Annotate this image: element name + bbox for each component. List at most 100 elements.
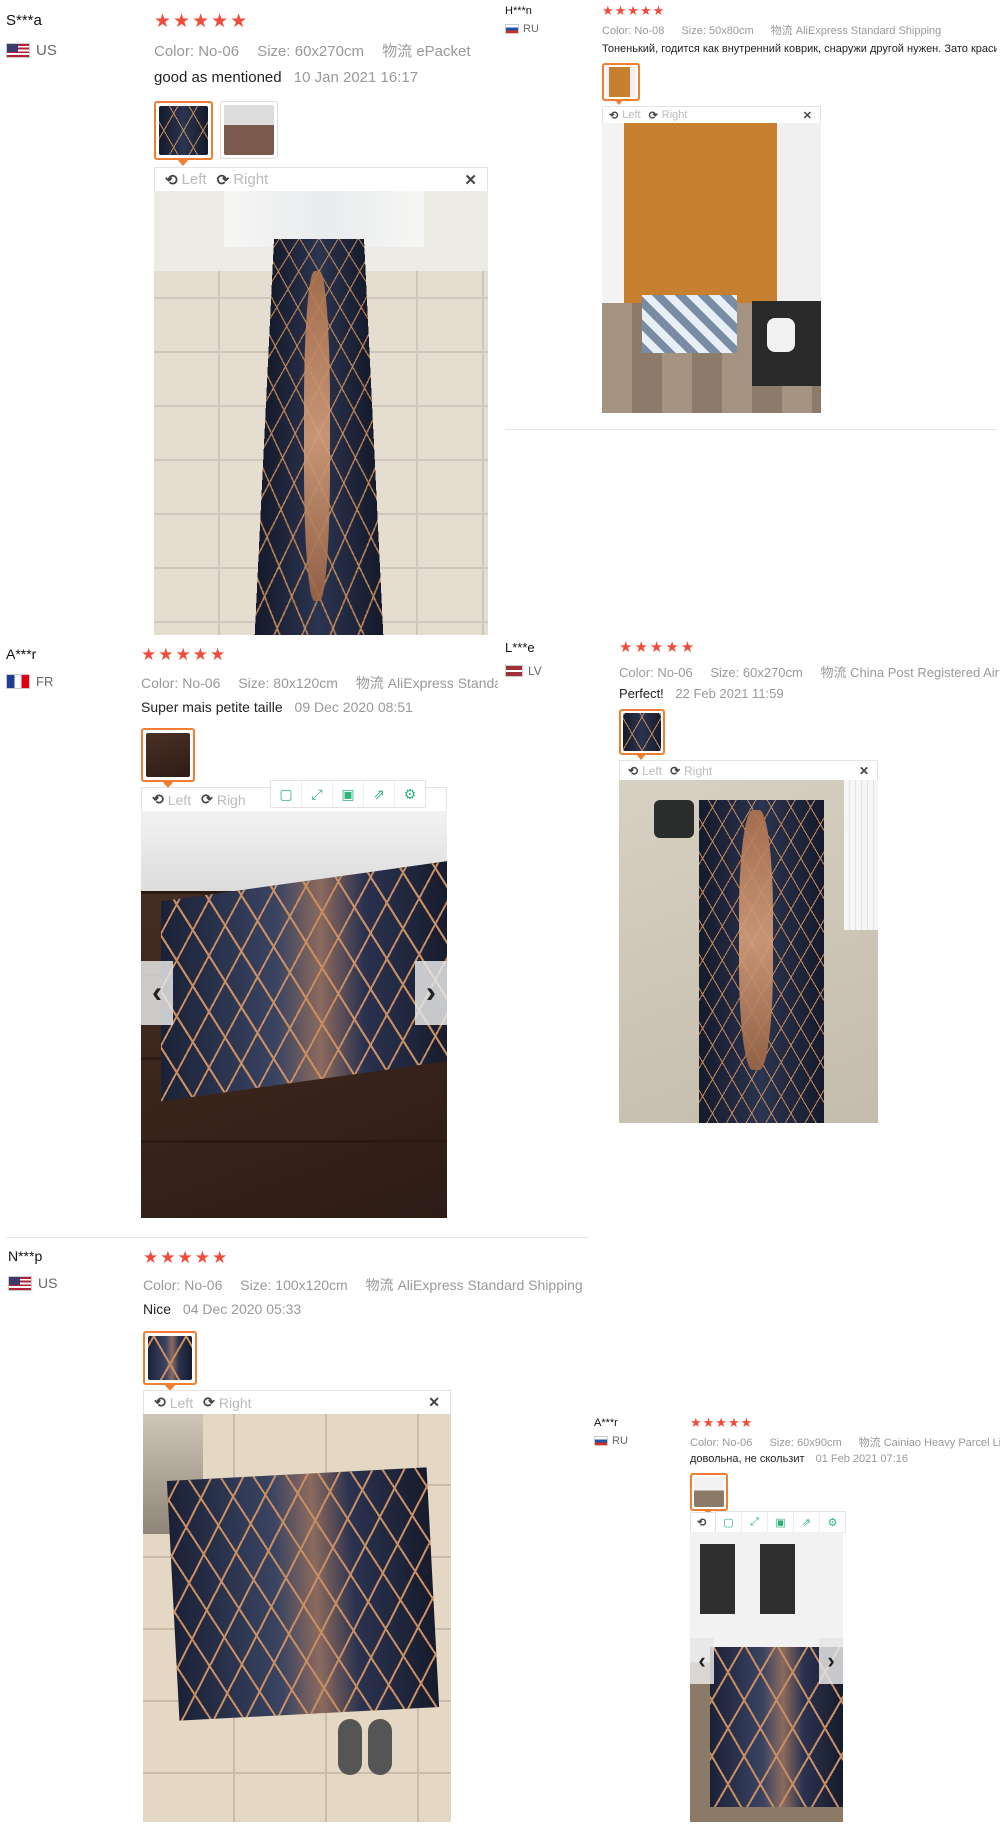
rotate-left-icon: ⟲ <box>165 171 178 189</box>
review-thumbnail[interactable] <box>154 101 213 160</box>
review-thumbnail[interactable] <box>220 101 278 159</box>
image-toolbar: ⟲ Left ⟳ Right ✕ <box>154 167 488 191</box>
settings-icon[interactable]: ⚙ <box>395 781 425 807</box>
shipping-value: AliExpress Standa <box>387 675 498 691</box>
rotate-left-label: Left <box>169 1394 194 1411</box>
rotate-left-button[interactable]: ⟲ Left <box>165 171 207 189</box>
rotate-right-icon: ⟳ <box>216 171 230 189</box>
area-rug <box>166 1467 440 1721</box>
save-icon[interactable]: ▣ <box>768 1512 794 1532</box>
close-icon[interactable]: ✕ <box>464 171 477 189</box>
fullscreen-icon[interactable]: ⤢ <box>742 1512 768 1532</box>
review-meta: Color: No-06 Size: 100x120cm 物流 AliExpre… <box>143 1275 583 1295</box>
rotate-right-button[interactable]: ⟳ Right <box>670 764 712 778</box>
next-image-button[interactable]: › <box>415 961 447 1025</box>
shipping-value: Cainiao Heavy Parcel Line <box>883 1437 1000 1449</box>
prev-image-button[interactable]: ‹ <box>690 1638 714 1684</box>
rotate-right-icon: ⟳ <box>670 763 681 778</box>
cabinet-door <box>760 1544 795 1614</box>
comment-text: good as mentioned <box>154 69 282 86</box>
review-thumbnail[interactable] <box>143 1331 197 1385</box>
review-thumbnail[interactable] <box>690 1473 728 1511</box>
star-rating: ★★★★★ <box>143 1248 230 1267</box>
size-value: 60x90cm <box>796 1437 842 1449</box>
close-icon[interactable]: ✕ <box>803 109 812 122</box>
rotate-right-button[interactable]: ⟳ Right <box>217 171 269 189</box>
rotate-left-button[interactable]: ⟲ <box>697 1516 706 1529</box>
flag-us-icon <box>6 43 30 58</box>
rotate-left-icon: ⟲ <box>628 763 639 778</box>
close-icon[interactable]: ✕ <box>428 1394 440 1411</box>
rotate-right-button[interactable]: ⟳ Right <box>203 1394 251 1411</box>
rotate-left-button[interactable]: ⟲ Left <box>152 791 191 808</box>
review-photo <box>602 123 821 413</box>
rotate-left-button[interactable]: ⟲ Left <box>154 1394 193 1411</box>
comment-text: Nice <box>143 1301 172 1317</box>
rotate-right-label: Right <box>218 1394 252 1411</box>
rotate-right-label: Right <box>684 763 713 778</box>
save-icon[interactable]: ▣ <box>333 781 364 807</box>
fit-icon[interactable]: ▢ <box>271 781 302 807</box>
color-value: No-06 <box>184 1277 223 1293</box>
country-code: US <box>36 42 57 59</box>
review-comment: good as mentioned 10 Jan 2021 16:17 <box>154 69 418 86</box>
review-divider <box>505 429 997 430</box>
rug-pattern <box>739 810 773 1070</box>
rotate-right-button[interactable]: ⟳ Righ <box>201 791 246 808</box>
review-comment: Nice 04 Dec 2020 05:33 <box>143 1301 301 1317</box>
reviewer-country: RU <box>505 23 539 35</box>
reviewer-country: US <box>6 42 57 59</box>
shipping-label: 物流 <box>820 665 847 680</box>
review-thumbnail[interactable] <box>141 728 195 782</box>
next-image-button[interactable]: › <box>819 1638 843 1684</box>
size-value: 100x120cm <box>275 1277 348 1293</box>
image-toolbar: ⟲ Left ⟳ Right ✕ <box>619 760 878 780</box>
rotate-right-icon: ⟳ <box>203 1394 215 1410</box>
close-icon[interactable]: ✕ <box>859 764 869 778</box>
flag-ru-icon <box>505 24 519 34</box>
radiator <box>844 780 878 930</box>
review-thumbnail[interactable] <box>602 63 640 101</box>
review-date: 01 Feb 2021 07:16 <box>815 1453 908 1465</box>
rotate-left-icon: ⟲ <box>152 791 164 807</box>
reviewer-name: A***r <box>6 646 37 662</box>
comment-text: Тоненький, годится как внутренний коврик… <box>602 43 997 55</box>
size-label: Size: <box>769 1437 794 1449</box>
area-rug <box>161 860 447 1102</box>
review-meta: Color: No-06 Size: 60x270cm 物流 China Pos… <box>619 662 1000 681</box>
reviewer-country: RU <box>594 1435 628 1447</box>
settings-icon[interactable]: ⚙ <box>820 1512 845 1532</box>
rotate-left-button[interactable]: ⟲ Left <box>609 109 641 122</box>
review-comment: Super mais petite taille 09 Dec 2020 08:… <box>141 699 413 715</box>
review-meta: Color: No-06 Size: 60x90cm 物流 Cainiao He… <box>690 1434 1000 1450</box>
shipping-label: 物流 <box>858 1437 881 1449</box>
star-rating: ★★★★★ <box>154 11 250 32</box>
color-label: Color: <box>143 1277 181 1293</box>
review-meta: Color: No-08 Size: 50x80cm 物流 AliExpress… <box>602 22 941 38</box>
share-icon[interactable]: ⇗ <box>364 781 395 807</box>
share-icon[interactable]: ⇗ <box>794 1512 820 1532</box>
country-code: US <box>38 1275 58 1291</box>
review-date: 09 Dec 2020 08:51 <box>294 699 413 715</box>
rotate-right-button[interactable]: ⟳ Right <box>649 109 688 122</box>
shipping-value: ePacket <box>416 43 471 60</box>
thumb-caret-icon <box>177 159 189 166</box>
fit-icon[interactable]: ▢ <box>716 1512 742 1532</box>
door-mat <box>642 295 737 353</box>
flag-us-icon <box>8 1275 32 1291</box>
reviewer-name: S***a <box>6 12 42 29</box>
reviewer-country: LV <box>505 664 542 678</box>
size-value: 60x270cm <box>742 665 803 680</box>
reviewer-name: N***p <box>8 1248 43 1264</box>
rotate-right-icon: ⟳ <box>201 791 213 807</box>
shipping-label: 物流 <box>770 25 793 37</box>
review-thumbnail[interactable] <box>619 709 665 755</box>
shipping-value: AliExpress Standard Shipping <box>795 25 942 37</box>
prev-image-button[interactable]: ‹ <box>141 961 173 1025</box>
rotate-left-button[interactable]: ⟲ Left <box>628 764 662 778</box>
rotate-left-icon: ⟲ <box>697 1517 707 1529</box>
review-photo <box>143 1414 451 1822</box>
fullscreen-icon[interactable]: ⤢ <box>302 781 333 807</box>
color-label: Color: <box>141 675 179 691</box>
color-value: No-06 <box>198 43 240 60</box>
